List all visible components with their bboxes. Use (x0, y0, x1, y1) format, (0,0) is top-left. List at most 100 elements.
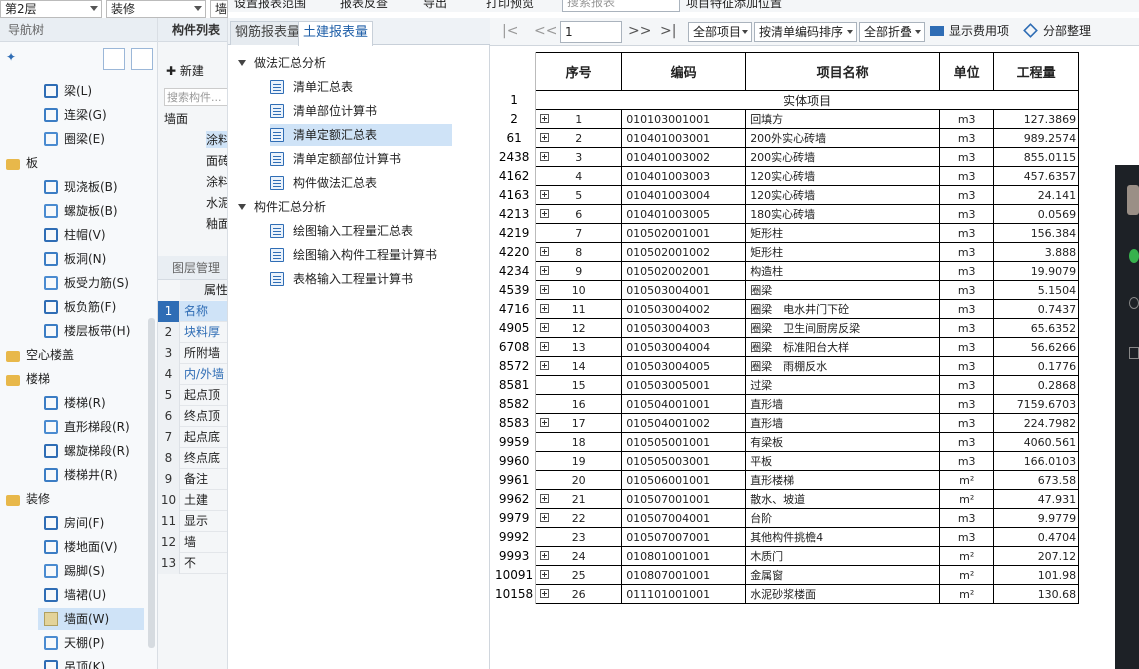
nav-item[interactable]: 螺旋梯段(R) (44, 440, 130, 462)
report-item[interactable]: 表格输入工程量计算书 (270, 268, 413, 290)
report-item[interactable]: 绘图输入构件工程量计算书 (270, 244, 437, 266)
table-row[interactable]: 4220 8 010502001002 矩形柱 m3 3.888 (493, 242, 1080, 262)
feature-position-button[interactable]: 项目特征添加位置 (686, 0, 782, 11)
expand-plus-icon[interactable] (540, 418, 550, 427)
nav-item[interactable]: 梁(L) (44, 80, 92, 102)
expand-plus-icon[interactable] (540, 133, 550, 142)
page-number-input[interactable]: 1 (560, 21, 622, 43)
grid-view-icon[interactable] (131, 48, 153, 70)
table-row[interactable]: 61 2 010401003001 200外实心砖墙 m3 989.2574 (493, 128, 1080, 148)
table-row[interactable]: 4716 11 010503004002 圈梁 电水井门下砼 m3 0.7437 (493, 299, 1080, 319)
component-search-input[interactable]: 搜索构件... (164, 88, 227, 106)
set-report-range-button[interactable]: 设置报表范围 (234, 0, 306, 11)
table-row[interactable]: 9960 19 010505003001 平板 m3 166.0103 (493, 451, 1080, 471)
next-page-icon[interactable]: >> (628, 22, 651, 42)
table-row[interactable]: 4219 7 010502001001 矩形柱 m3 156.384 (493, 223, 1080, 243)
show-fee-button[interactable]: 显示费用项 (930, 22, 1009, 42)
nav-item[interactable]: 柱帽(V) (44, 224, 106, 246)
nav-item[interactable]: 空心楼盖 (6, 344, 74, 366)
nav-item[interactable]: 板 (6, 152, 38, 174)
nav-item[interactable]: 踢脚(S) (44, 560, 105, 582)
table-row[interactable]: 4162 4 010401003003 120实心砖墙 m3 457.6357 (493, 166, 1080, 186)
col-name[interactable]: 项目名称 (745, 52, 941, 91)
expand-plus-icon[interactable] (540, 361, 550, 370)
col-no[interactable]: 序号 (535, 52, 623, 91)
attribute-row[interactable]: 2 块料厚 (158, 322, 227, 343)
nav-item[interactable]: 螺旋板(B) (44, 200, 118, 222)
report-item[interactable]: 清单定额汇总表 (270, 124, 452, 146)
report-group[interactable]: 做法汇总分析 (238, 52, 326, 74)
col-unit[interactable]: 单位 (939, 52, 995, 91)
attribute-row[interactable]: 12 墙 (158, 532, 227, 553)
nav-item[interactable]: 直形梯段(R) (44, 416, 130, 438)
table-row[interactable]: 8582 16 010504001001 直形墙 m3 7159.6703 (493, 394, 1080, 414)
attribute-row[interactable]: 6 终点顶 (158, 406, 227, 427)
pin-icon[interactable]: ✦ (6, 50, 16, 64)
expand-plus-icon[interactable] (540, 304, 550, 313)
expand-plus-icon[interactable] (540, 570, 550, 579)
nav-scrollbar[interactable] (148, 318, 155, 648)
tab-rebar-report[interactable]: 钢筋报表量 (230, 21, 306, 45)
report-item[interactable]: 清单定额部位计算书 (270, 148, 401, 170)
nav-item[interactable]: 连梁(G) (44, 104, 107, 126)
prev-page-icon[interactable]: << (534, 22, 557, 42)
table-row[interactable]: 9992 23 010507007001 其他构件挑檐4 m3 0.4704 (493, 527, 1080, 547)
component-item[interactable]: 釉面 (206, 215, 227, 232)
nav-item[interactable]: 房间(F) (44, 512, 104, 534)
col-qty[interactable]: 工程量 (993, 52, 1080, 91)
attribute-row[interactable]: 8 终点底 (158, 448, 227, 469)
table-row[interactable]: 8572 14 010503004005 圈梁 雨棚反水 m3 0.1776 (493, 356, 1080, 376)
expand-plus-icon[interactable] (540, 513, 550, 522)
table-row[interactable]: 4539 10 010503004001 圈梁 m3 5.1504 (493, 280, 1080, 300)
nav-item[interactable]: 板负筋(F) (44, 296, 116, 318)
expand-plus-icon[interactable] (540, 266, 550, 275)
attribute-row[interactable]: 3 所附墙 (158, 343, 227, 364)
table-row[interactable]: 9961 20 010506001001 直形楼梯 m² 673.58 (493, 470, 1080, 490)
component-item[interactable]: 涂料 (206, 173, 227, 190)
attribute-row[interactable]: 7 起点底 (158, 427, 227, 448)
table-row[interactable]: 4213 6 010401003005 180实心砖墙 m3 0.0569 (493, 204, 1080, 224)
table-row[interactable]: 10158 26 011101001001 水泥砂浆楼面 m² 130.68 (493, 584, 1080, 604)
attribute-row[interactable]: 11 显示 (158, 511, 227, 532)
component-group[interactable]: 墙面 (164, 110, 188, 127)
nav-item[interactable]: 吊顶(K) (44, 656, 105, 669)
report-item[interactable]: 构件做法汇总表 (270, 172, 377, 194)
table-row[interactable]: 9979 22 010507004001 台阶 m3 9.9779 (493, 508, 1080, 528)
nav-item[interactable]: 现浇板(B) (44, 176, 118, 198)
table-row[interactable]: 9959 18 010505001001 有梁板 m3 4060.561 (493, 432, 1080, 452)
attribute-row[interactable]: 10 土建 (158, 490, 227, 511)
expand-plus-icon[interactable] (540, 342, 550, 351)
component-item[interactable]: 涂料 (206, 131, 227, 148)
attribute-row[interactable]: 4 内/外墙 (158, 364, 227, 385)
attribute-row[interactable]: 5 起点顶 (158, 385, 227, 406)
sort-select[interactable]: 按清单编码排序 (754, 22, 857, 42)
table-row[interactable]: 4905 12 010503004003 圈梁 卫生间厨房反梁 m3 65.6352 (493, 318, 1080, 338)
fold-select[interactable]: 全部折叠 (859, 22, 925, 42)
attribute-row[interactable]: 1 名称 (158, 301, 227, 322)
tab-civil-report[interactable]: 土建报表量 (298, 21, 374, 46)
nav-item[interactable]: 装修 (6, 488, 50, 510)
expand-plus-icon[interactable] (540, 247, 550, 256)
category-select[interactable]: 装修 (106, 0, 206, 18)
expand-plus-icon[interactable] (540, 285, 550, 294)
report-item[interactable]: 清单汇总表 (270, 76, 353, 98)
nav-item[interactable]: 板受力筋(S) (44, 272, 129, 294)
list-view-icon[interactable] (103, 48, 125, 70)
attribute-row[interactable]: 9 备注 (158, 469, 227, 490)
report-item[interactable]: 清单部位计算书 (270, 100, 377, 122)
new-component-button[interactable]: ✚ 新建 (166, 62, 204, 79)
table-row[interactable]: 2 1 010103001001 回填方 m3 127.3869 (493, 109, 1080, 129)
report-item[interactable]: 绘图输入工程量汇总表 (270, 220, 413, 242)
nav-item[interactable]: 墙面(W) (38, 608, 144, 630)
expand-triangle-icon[interactable] (238, 60, 246, 66)
expand-plus-icon[interactable] (540, 551, 550, 560)
expand-plus-icon[interactable] (540, 152, 550, 161)
table-row[interactable]: 9993 24 010801001001 木质门 m² 207.12 (493, 546, 1080, 566)
nav-item[interactable]: 楼梯 (6, 368, 50, 390)
nav-item[interactable]: 天棚(P) (44, 632, 105, 654)
export-button[interactable]: 导出 (423, 0, 447, 11)
floor-select[interactable]: 第2层 (0, 0, 102, 18)
print-preview-button[interactable]: 打印预览 (486, 0, 534, 11)
last-page-icon[interactable]: >| (660, 22, 676, 42)
table-row[interactable]: 4163 5 010401003004 120实心砖墙 m3 24.141 (493, 185, 1080, 205)
